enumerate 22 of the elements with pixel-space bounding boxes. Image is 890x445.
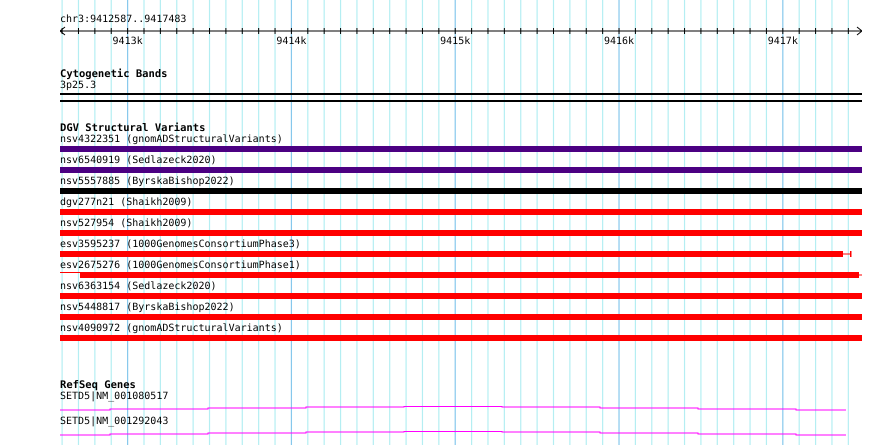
gene-label: SETD5|NM_001292043 (60, 416, 168, 428)
tick-label: 9416k (604, 36, 634, 47)
variant-label: nsv5557885 (ByrskaBishop2022) (60, 176, 235, 188)
variant-label: nsv6363154 (Sedlazeck2020) (60, 281, 217, 293)
variant-label: dgv277n21 (Shaikh2009) (60, 197, 192, 209)
tick-label: 9415k (440, 36, 470, 47)
variant-label: esv2675276 (1000GenomesConsortiumPhase1) (60, 260, 301, 272)
variant-label: nsv4090972 (gnomADStructuralVariants) (60, 323, 283, 335)
tick-label: 9413k (112, 36, 143, 47)
tick-label: 9417k (768, 36, 798, 47)
variant-label: nsv4322351 (gnomADStructuralVariants) (60, 134, 283, 146)
position-label: chr3:9412587..9417483 (60, 13, 186, 26)
variant-label: nsv6540919 (Sedlazeck2020) (60, 155, 217, 167)
band-label: 3p25.3 (60, 80, 96, 92)
track-title: Cytogenetic Bands (60, 68, 168, 80)
tick-label: 9414k (276, 36, 306, 47)
variant-label: esv3595237 (1000GenomesConsortiumPhase3) (60, 239, 301, 251)
track-title: DGV Structural Variants (60, 122, 206, 134)
variant-label: nsv5448817 (ByrskaBishop2022) (60, 302, 235, 314)
gene-label: SETD5|NM_001080517 (60, 391, 168, 403)
variant-label: nsv527954 (Shaikh2009) (60, 218, 192, 230)
track-title: RefSeq Genes (60, 379, 136, 391)
